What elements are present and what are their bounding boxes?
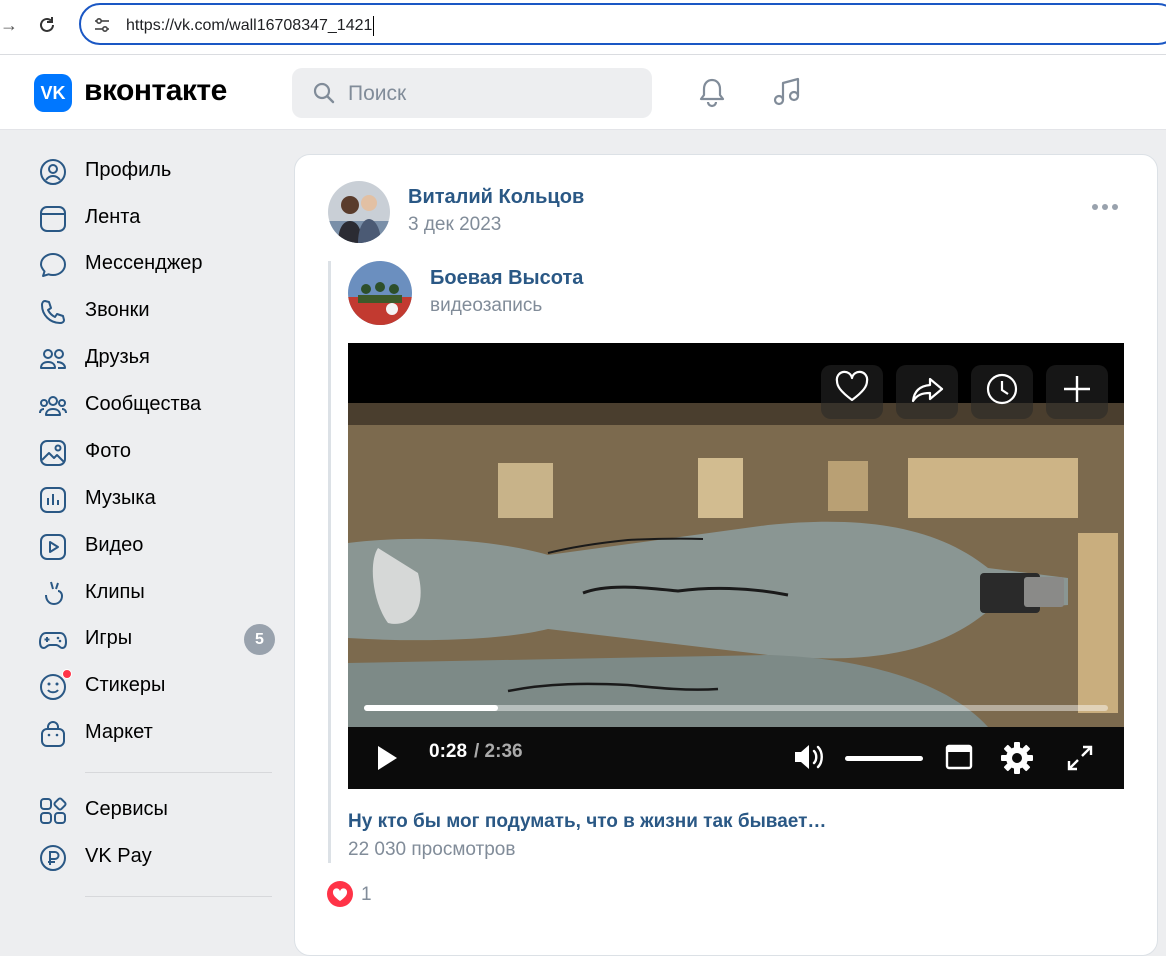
sidebar-item-services[interactable]: Сервисы [38, 793, 278, 829]
music-note-icon[interactable] [770, 75, 804, 109]
volume-slider[interactable] [845, 756, 923, 761]
vk-header: VK вконтакте Поиск [0, 55, 1166, 130]
repost-type-label: видеозапись [430, 295, 543, 316]
more-options-icon[interactable] [1091, 200, 1119, 214]
sidebar-item-market[interactable]: Маркет [38, 716, 278, 752]
like-video-button[interactable] [821, 365, 883, 419]
sidebar-label: Музыка [85, 487, 156, 509]
like-count: 1 [361, 884, 372, 905]
search-placeholder: Поиск [348, 82, 407, 105]
video-title-link[interactable]: Ну кто бы мог подумать, что в жизни так … [348, 811, 826, 833]
sidebar-label: Маркет [85, 721, 153, 743]
sidebar-item-video[interactable]: Видео [38, 529, 278, 565]
settings-gear-icon[interactable] [1000, 741, 1034, 775]
view-count: 22 030 просмотров [348, 839, 516, 860]
address-bar[interactable]: https://vk.com/wall16708347_1421 [79, 3, 1166, 45]
sidebar-label: VK Pay [85, 845, 152, 867]
video-progress-fill [364, 705, 498, 711]
left-sidebar: Профиль Лента Мессенджер Звонки Друзья С… [0, 130, 290, 929]
share-video-button[interactable] [896, 365, 958, 419]
photo-icon [40, 440, 66, 466]
phone-icon [41, 300, 65, 324]
sidebar-item-music[interactable]: Музыка [38, 482, 278, 518]
site-settings-icon[interactable] [93, 16, 111, 34]
sidebar-label: Стикеры [85, 674, 166, 696]
sidebar-item-calls[interactable]: Звонки [38, 294, 278, 330]
communities-icon [39, 396, 67, 416]
bell-icon[interactable] [695, 75, 729, 109]
messenger-icon [40, 253, 66, 277]
vkpay-icon [40, 845, 66, 871]
sidebar-label: Сообщества [85, 393, 202, 415]
forward-arrow-icon[interactable]: → [0, 12, 18, 38]
author-avatar[interactable] [328, 181, 390, 243]
games-count-badge: 5 [244, 624, 275, 655]
sidebar-label: Звонки [85, 299, 150, 321]
source-community-avatar[interactable] [348, 261, 412, 325]
watch-later-button[interactable] [971, 365, 1033, 419]
sidebar-label: Игры [85, 627, 133, 649]
sidebar-item-feed[interactable]: Лента [38, 201, 278, 237]
mini-player-icon[interactable] [945, 743, 973, 771]
search-input[interactable]: Поиск [292, 68, 652, 118]
feed-icon [40, 206, 66, 232]
sidebar-item-games[interactable]: Игры 5 [38, 622, 278, 658]
volume-icon[interactable] [792, 741, 828, 773]
sidebar-divider [85, 772, 272, 773]
reload-icon[interactable] [36, 12, 58, 38]
post-author-name[interactable]: Виталий Кольцов [408, 186, 584, 209]
music-bars-icon [40, 487, 66, 513]
sidebar-label: Видео [85, 534, 144, 556]
profile-icon [40, 159, 66, 185]
fullscreen-icon[interactable] [1066, 744, 1094, 772]
search-icon [313, 82, 335, 104]
sidebar-label: Друзья [85, 346, 150, 368]
sidebar-label: Мессенджер [85, 252, 203, 274]
sidebar-item-communities[interactable]: Сообщества [38, 388, 278, 424]
sidebar-item-profile[interactable]: Профиль [38, 154, 278, 190]
video-player[interactable]: 0:28 / 2:36 [348, 343, 1124, 789]
total-time: / 2:36 [474, 741, 523, 762]
video-controls-bar: 0:28 / 2:36 [348, 727, 1124, 789]
current-time: 0:28 [429, 741, 468, 762]
repost-indicator-line [328, 261, 331, 863]
sidebar-label: Профиль [85, 159, 172, 181]
url-text[interactable]: https://vk.com/wall16708347_1421 [126, 16, 374, 36]
heart-like-icon[interactable] [327, 881, 353, 907]
sidebar-label: Клипы [85, 581, 145, 603]
add-video-button[interactable] [1046, 365, 1108, 419]
vk-wordmark[interactable]: вконтакте [84, 74, 227, 108]
clips-icon [45, 581, 64, 606]
sidebar-divider [85, 896, 272, 897]
sidebar-label: Фото [85, 440, 131, 462]
browser-toolbar: → https://vk.com/wall16708347_1421 [0, 0, 1166, 55]
services-icon [40, 797, 67, 824]
post-date[interactable]: 3 дек 2023 [408, 214, 501, 236]
sidebar-item-clips[interactable]: Клипы [38, 576, 278, 612]
sidebar-item-stickers[interactable]: Стикеры [38, 669, 278, 705]
video-icon [40, 534, 66, 560]
sidebar-item-friends[interactable]: Друзья [38, 341, 278, 377]
vk-logo-icon[interactable]: VK [34, 74, 72, 112]
friends-icon [40, 349, 66, 369]
sidebar-item-vkpay[interactable]: VK Pay [38, 840, 278, 876]
play-icon[interactable] [374, 743, 400, 773]
source-community-name[interactable]: Боевая Высота [430, 267, 583, 290]
new-indicator-dot [62, 669, 72, 679]
post-card: Виталий Кольцов 3 дек 2023 Боевая Высота… [294, 154, 1158, 956]
sidebar-item-messenger[interactable]: Мессенджер [38, 247, 278, 283]
market-bag-icon [41, 721, 65, 747]
sidebar-label: Сервисы [85, 798, 168, 820]
gamepad-icon [39, 632, 67, 649]
sidebar-label: Лента [85, 206, 141, 228]
sidebar-item-photo[interactable]: Фото [38, 435, 278, 471]
